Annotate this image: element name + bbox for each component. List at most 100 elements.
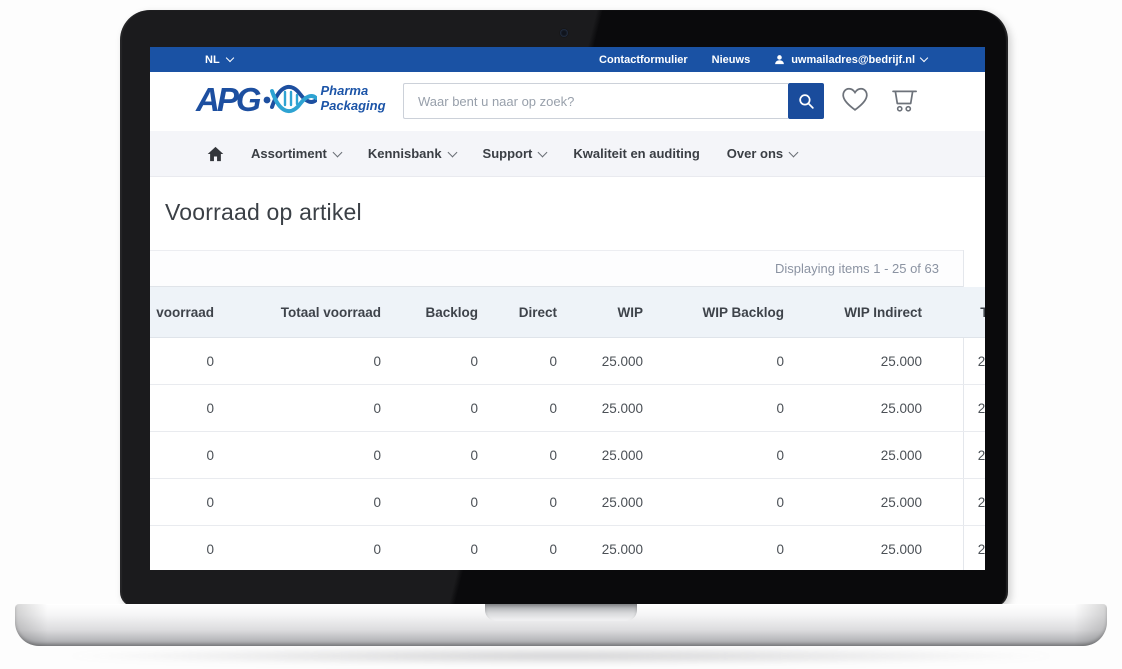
table-cell: 0 <box>651 526 792 571</box>
nav-item-assortiment[interactable]: Assortiment <box>251 146 341 161</box>
table-cell: 0 <box>150 479 222 526</box>
table-cell: 0 <box>222 432 389 479</box>
main-nav: Assortiment Kennisbank Support Kwaliteit en… <box>150 131 985 177</box>
table-cell: 25.000 <box>565 385 651 432</box>
main-nav-items: Assortiment Kennisbank Support Kwaliteit en… <box>251 146 797 161</box>
logo-tagline-line2: Packaging <box>321 99 386 114</box>
table-cell: 25.000 <box>565 526 651 571</box>
search-input[interactable] <box>403 83 788 119</box>
laptop-notch <box>485 604 637 621</box>
nav-item-label: Kennisbank <box>368 146 442 161</box>
table-cell: 0 <box>651 432 792 479</box>
browser-viewport: NL Contactformulier Nieuws uwmailadres@b… <box>150 47 985 570</box>
topbar-links: Contactformulier Nieuws uwmailadres@bedr… <box>599 54 927 66</box>
table-header-row: voorraadTotaal voorraadBacklogDirectWIPW… <box>150 287 985 338</box>
table-cell: 25.000 <box>565 338 651 385</box>
heart-icon <box>841 86 869 112</box>
table-cell: 0 <box>486 385 565 432</box>
chevron-down-icon <box>332 147 342 157</box>
top-utility-bar: NL Contactformulier Nieuws uwmailadres@b… <box>150 47 985 72</box>
topbar-link-nieuws[interactable]: Nieuws <box>712 54 751 66</box>
home-icon <box>207 146 224 162</box>
chevron-down-icon <box>920 54 928 62</box>
nav-item-kennisbank[interactable]: Kennisbank <box>368 146 456 161</box>
logo-tagline-line1: Pharma <box>321 84 386 99</box>
chevron-down-icon <box>447 147 457 157</box>
table-cell: 25.000 <box>792 526 930 571</box>
column-header-totaal-voorraad[interactable]: Totaal voorraad <box>222 287 389 338</box>
dna-helix-icon <box>263 79 317 119</box>
column-header-totaal[interactable]: Totaal <box>930 287 985 338</box>
table-cell: 0 <box>150 432 222 479</box>
column-header-wip-indirect[interactable]: WIP Indirect <box>792 287 930 338</box>
table-cell: 25.000 <box>565 479 651 526</box>
table-cell: 25.000 <box>792 338 930 385</box>
page-content: Voorraad op artikel Displaying items 1 -… <box>150 199 985 570</box>
table-cell: 25.000 <box>792 385 930 432</box>
table-cell: 0 <box>651 338 792 385</box>
column-header-voorraad[interactable]: voorraad <box>150 287 222 338</box>
table-cell: 25.000 <box>930 526 985 571</box>
column-header-wip[interactable]: WIP <box>565 287 651 338</box>
nav-item-label: Over ons <box>727 146 783 161</box>
table-cell: 0 <box>222 479 389 526</box>
search-bar <box>403 83 824 119</box>
search-icon <box>797 92 816 111</box>
cart-icon <box>889 86 919 113</box>
nav-item-label: Support <box>483 146 533 161</box>
table-cell: 0 <box>150 385 222 432</box>
column-header-backlog[interactable]: Backlog <box>389 287 486 338</box>
chevron-down-icon <box>225 54 233 62</box>
table-cell: 25.000 <box>930 432 985 479</box>
pagination-bar: Displaying items 1 - 25 of 63 <box>150 250 963 287</box>
nav-item-label: Kwaliteit en auditing <box>573 146 699 161</box>
table-cell: 0 <box>389 479 486 526</box>
table-row: 000025.000025.00025.000 <box>150 432 985 479</box>
wishlist-button[interactable] <box>841 86 869 117</box>
table-cell: 0 <box>389 338 486 385</box>
nav-item-over-ons[interactable]: Over ons <box>727 146 797 161</box>
table-row: 000025.000025.00025.000 <box>150 526 985 571</box>
user-icon <box>774 54 785 65</box>
site-header: APG Pharma Packaging <box>150 72 985 131</box>
language-label: NL <box>205 54 220 66</box>
search-button[interactable] <box>788 83 824 119</box>
table-cell: 0 <box>486 432 565 479</box>
table-cell: 0 <box>222 526 389 571</box>
table-cell: 25.000 <box>792 479 930 526</box>
table-cell: 0 <box>486 526 565 571</box>
table-row: 000025.000025.00025.000 <box>150 479 985 526</box>
table-cell: 25.000 <box>930 385 985 432</box>
language-selector[interactable]: NL <box>205 54 233 66</box>
nav-item-home[interactable] <box>207 146 224 162</box>
account-menu[interactable]: uwmailadres@bedrijf.nl <box>774 54 927 66</box>
page-title: Voorraad op artikel <box>165 199 985 226</box>
table-cell: 0 <box>222 385 389 432</box>
table-row: 000025.000025.00025.000 <box>150 385 985 432</box>
table-cell: 0 <box>150 526 222 571</box>
table-cell: 0 <box>651 479 792 526</box>
column-header-direct[interactable]: Direct <box>486 287 565 338</box>
table-cell: 0 <box>389 526 486 571</box>
pagination-status: Displaying items 1 - 25 of 63 <box>775 261 939 276</box>
laptop-bezel: NL Contactformulier Nieuws uwmailadres@b… <box>120 10 1008 607</box>
table-cell: 0 <box>150 338 222 385</box>
column-header-wip-backlog[interactable]: WIP Backlog <box>651 287 792 338</box>
topbar-link-contactformulier[interactable]: Contactformulier <box>599 54 688 66</box>
table-cell: 25.000 <box>565 432 651 479</box>
table-cell: 0 <box>389 385 486 432</box>
webcam-icon <box>560 29 568 37</box>
table-cell: 0 <box>651 385 792 432</box>
nav-item-label: Assortiment <box>251 146 327 161</box>
site-logo[interactable]: APG Pharma Packaging <box>196 79 386 119</box>
table-cell: 25.000 <box>930 338 985 385</box>
logo-tagline: Pharma Packaging <box>321 84 386 114</box>
chevron-down-icon <box>789 147 799 157</box>
table-cell: 0 <box>222 338 389 385</box>
table-cell: 0 <box>486 479 565 526</box>
nav-item-support[interactable]: Support <box>483 146 547 161</box>
nav-item-kwaliteit-en-auditing[interactable]: Kwaliteit en auditing <box>573 146 699 161</box>
account-email: uwmailadres@bedrijf.nl <box>791 54 915 66</box>
cart-button[interactable] <box>889 86 919 118</box>
laptop-base <box>15 604 1107 646</box>
